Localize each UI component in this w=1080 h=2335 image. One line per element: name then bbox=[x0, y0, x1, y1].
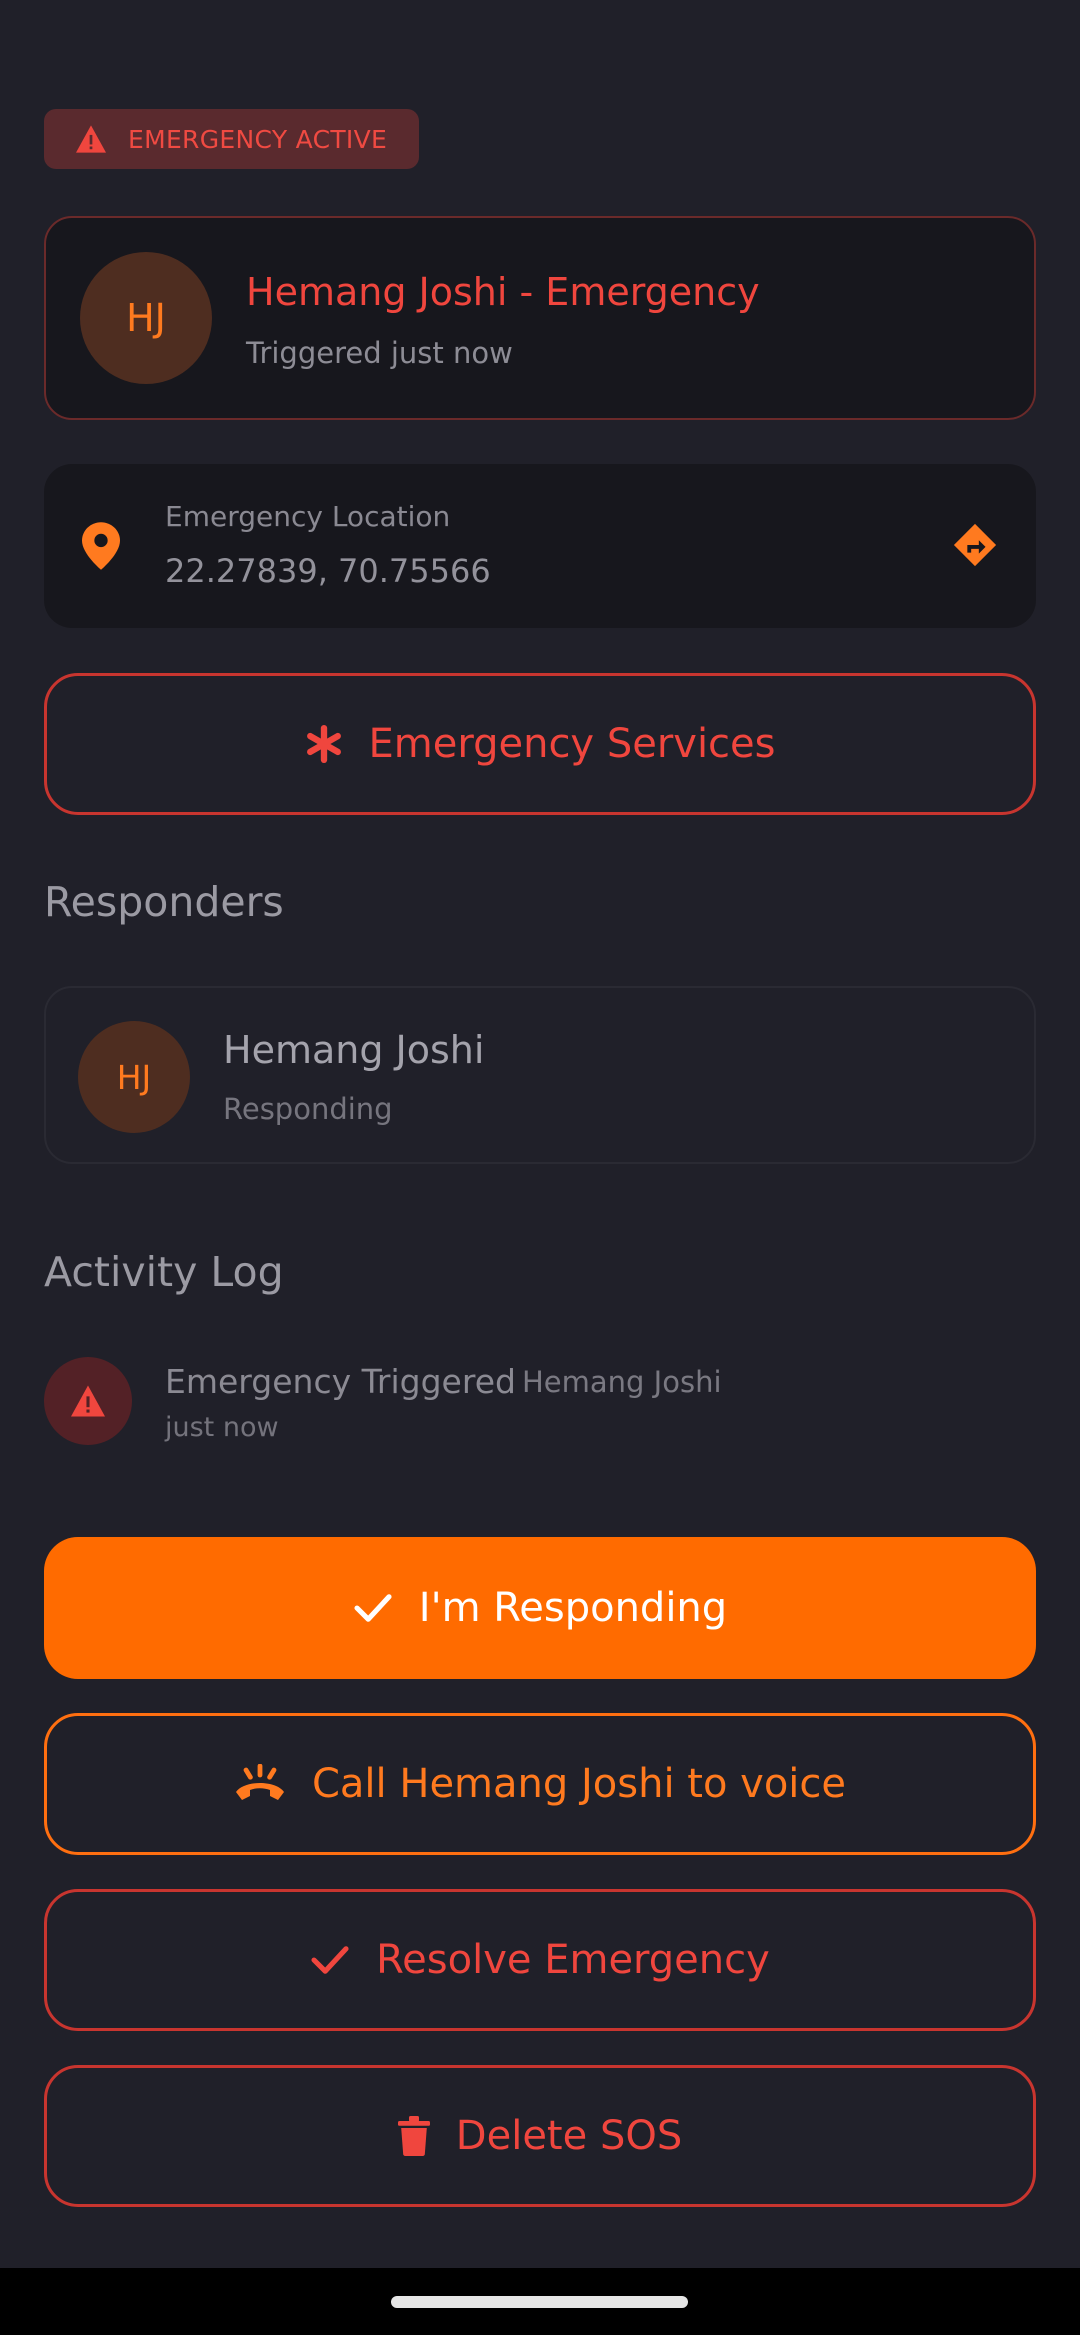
emergency-header-card: HJ Hemang Joshi - Emergency Triggered ju… bbox=[44, 216, 1036, 420]
im-responding-button[interactable]: I'm Responding bbox=[44, 1537, 1036, 1679]
asterisk-icon bbox=[306, 725, 341, 763]
activity-event: Emergency Triggered bbox=[165, 1362, 516, 1401]
im-responding-label: I'm Responding bbox=[418, 1585, 728, 1631]
responder-status: Responding bbox=[223, 1092, 393, 1126]
phone-icon bbox=[235, 1764, 284, 1800]
triggered-time: Triggered just now bbox=[246, 336, 513, 370]
avatar: HJ bbox=[80, 252, 212, 384]
check-icon bbox=[311, 1946, 349, 1974]
location-card[interactable]: Emergency Location 22.27839, 70.75566 bbox=[44, 464, 1036, 628]
location-pin-icon bbox=[82, 522, 120, 570]
location-label: Emergency Location bbox=[165, 500, 451, 533]
warning-icon bbox=[71, 1385, 105, 1417]
delete-sos-label: Delete SOS bbox=[455, 2113, 683, 2159]
call-button[interactable]: Call Hemang Joshi to voice bbox=[44, 1713, 1036, 1855]
warning-icon bbox=[76, 125, 106, 153]
trash-icon bbox=[397, 2116, 430, 2156]
delete-sos-button[interactable]: Delete SOS bbox=[44, 2065, 1036, 2207]
call-label: Call Hemang Joshi to voice bbox=[311, 1761, 847, 1807]
activity-user: Hemang Joshi bbox=[522, 1365, 722, 1399]
list-item: HJ Hemang Joshi Responding bbox=[44, 986, 1036, 1164]
emergency-services-button[interactable]: Emergency Services bbox=[44, 673, 1036, 815]
emergency-services-label: Emergency Services bbox=[368, 721, 776, 767]
directions-icon[interactable] bbox=[952, 522, 998, 568]
activity-log-heading: Activity Log bbox=[44, 1248, 284, 1296]
badge-label: EMERGENCY ACTIVE bbox=[128, 124, 388, 154]
activity-time: just now bbox=[165, 1412, 279, 1443]
resolve-emergency-button[interactable]: Resolve Emergency bbox=[44, 1889, 1036, 2031]
responders-heading: Responders bbox=[44, 878, 284, 926]
resolve-emergency-label: Resolve Emergency bbox=[376, 1937, 770, 1983]
home-indicator[interactable] bbox=[391, 2296, 688, 2308]
activity-icon bbox=[44, 1357, 132, 1445]
emergency-active-badge: EMERGENCY ACTIVE bbox=[44, 109, 419, 169]
page-title: Hemang Joshi - Emergency bbox=[246, 270, 760, 314]
sos-detail-screen: EMERGENCY ACTIVE HJ Hemang Joshi - Emerg… bbox=[0, 0, 1080, 2335]
check-icon bbox=[354, 1594, 392, 1622]
avatar: HJ bbox=[78, 1021, 190, 1133]
responder-name: Hemang Joshi bbox=[223, 1028, 485, 1072]
location-coordinates: 22.27839, 70.75566 bbox=[165, 552, 491, 590]
